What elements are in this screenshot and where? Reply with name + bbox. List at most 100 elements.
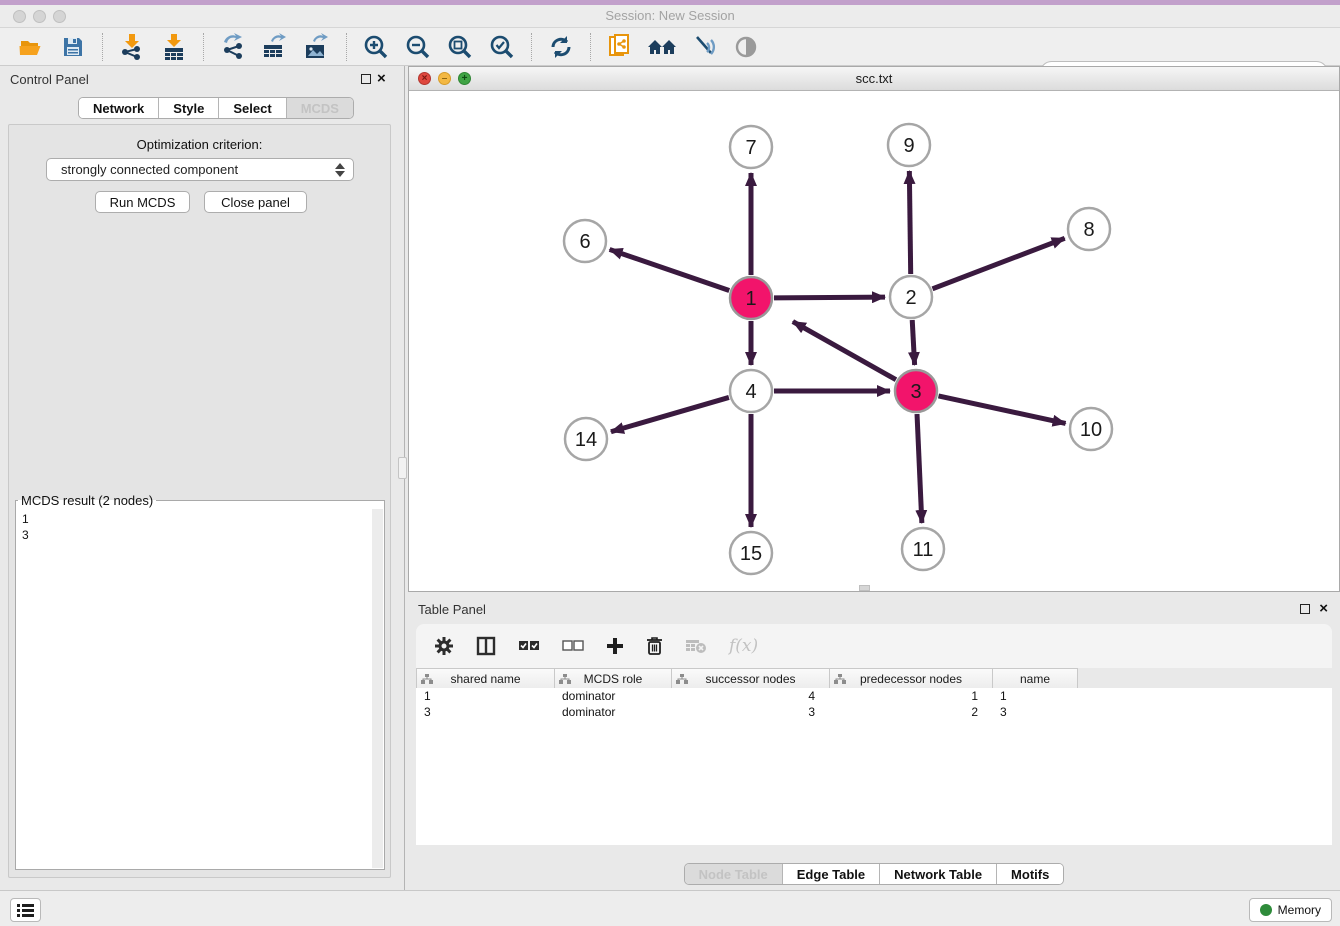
import-network-from-file-icon[interactable] [117,32,147,62]
edge-3-11[interactable] [917,414,922,523]
first-neighbors-icon[interactable] [647,32,677,62]
edge-1-2[interactable] [774,297,885,298]
clone-network-icon[interactable] [605,32,635,62]
table-cell: 3 [416,704,554,720]
close-panel-icon[interactable]: × [377,73,386,85]
graph-node-label-7: 7 [745,137,756,159]
zoom-fit-content-icon[interactable] [445,32,475,62]
tab-edge-table[interactable]: Edge Table [782,864,879,884]
list-icon [17,903,34,917]
toggle-columns-icon[interactable] [476,636,496,656]
delete-column-icon[interactable] [646,636,663,656]
edge-2-8[interactable] [932,238,1064,289]
zoom-out-icon[interactable] [403,32,433,62]
toolbar-separator [590,33,591,61]
tab-network-table[interactable]: Network Table [879,864,996,884]
toolbar-separator [203,33,204,61]
table-cell: dominator [554,704,671,720]
memory-button[interactable]: Memory [1249,898,1332,922]
float-panel-icon[interactable] [361,74,371,84]
hide-graphics-details-icon[interactable] [689,32,719,62]
panel-divider-handle[interactable] [398,457,407,479]
optimization-criterion-label: Optimization criterion: [9,137,390,152]
table-row[interactable]: 3dominator323 [416,704,1332,720]
network-canvas[interactable]: 7968124314101511 [409,91,1339,591]
add-column-icon[interactable] [606,637,624,655]
graph-node-label-10: 10 [1080,419,1102,441]
export-image-icon[interactable] [302,32,332,62]
chevron-up-down-icon [335,162,345,178]
app-titlebar: Session: New Session [0,5,1340,28]
table-row[interactable]: 1dominator411 [416,688,1332,704]
table-panel-title: Table Panel [418,602,486,617]
export-table-icon[interactable] [260,32,290,62]
show-graphics-details-icon[interactable] [731,32,761,62]
app-title: Session: New Session [0,8,1340,23]
column-header-predecessor-nodes[interactable]: predecessor nodes [830,669,993,689]
column-header-successor-nodes[interactable]: successor nodes [672,669,830,689]
edge-3-1[interactable] [793,322,896,380]
function-builder-icon[interactable]: f(x) [729,636,758,656]
graph-node-label-2: 2 [905,287,916,309]
select-all-rows-icon[interactable] [518,639,540,653]
tab-mcds[interactable]: MCDS [286,98,353,118]
import-table-from-file-icon[interactable] [159,32,189,62]
memory-label: Memory [1278,903,1321,917]
edge-3-10[interactable] [938,396,1065,424]
network-window-titlebar[interactable]: × – + scc.txt [409,67,1339,91]
deselect-all-rows-icon[interactable] [562,639,584,653]
graph-node-label-3: 3 [910,381,921,403]
graph-node-label-4: 4 [745,381,756,403]
memory-status-icon [1260,904,1272,916]
column-header-shared-name[interactable]: shared name [417,669,555,689]
delete-table-icon[interactable] [685,638,707,654]
tab-motifs[interactable]: Motifs [996,864,1063,884]
table-settings-icon[interactable] [434,636,454,656]
tab-style[interactable]: Style [158,98,218,118]
tab-network[interactable]: Network [79,98,158,118]
graph-node-label-11: 11 [913,539,934,561]
table-cell: 4 [671,688,829,704]
close-table-panel-icon[interactable]: × [1319,603,1328,615]
result-item: 3 [22,527,372,543]
graph-node-label-8: 8 [1083,219,1094,241]
close-panel-button[interactable]: Close panel [204,191,307,213]
mcds-result-title: MCDS result (2 nodes) [18,493,156,508]
optimization-criterion-select[interactable]: strongly connected component [46,158,354,181]
network-view-window: × – + scc.txt 7968124314101511 [408,66,1340,592]
task-history-button[interactable] [10,898,41,922]
graph-node-label-15: 15 [740,543,762,565]
result-scrollbar[interactable] [372,509,383,868]
column-header-name[interactable]: name [993,669,1078,689]
run-mcds-button[interactable]: Run MCDS [95,191,190,213]
export-network-icon[interactable] [218,32,248,62]
edge-2-3[interactable] [912,320,914,365]
edge-1-6[interactable] [610,249,730,290]
edge-2-9[interactable] [909,171,910,274]
status-bar: Memory [0,890,1340,926]
zoom-selected-region-icon[interactable] [487,32,517,62]
main-toolbar [0,28,1340,66]
column-label: predecessor nodes [860,672,962,686]
tab-node-table[interactable]: Node Table [685,864,782,884]
table-cell: 1 [416,688,554,704]
table-header-row: shared nameMCDS rolesuccessor nodes prede… [416,668,1078,688]
result-item: 1 [22,511,372,527]
apply-layout-icon[interactable] [546,32,576,62]
toolbar-separator [531,33,532,61]
float-table-panel-icon[interactable] [1300,604,1310,614]
open-session-icon[interactable] [16,32,46,62]
table-body: 1dominator4113dominator323 [416,688,1332,845]
tab-select[interactable]: Select [218,98,285,118]
save-session-icon[interactable] [58,32,88,62]
table-cell: 1 [992,688,1077,704]
edge-4-14[interactable] [611,397,729,431]
graph-node-label-9: 9 [903,135,914,157]
table-cell: dominator [554,688,671,704]
column-header-mcds-role[interactable]: MCDS role [555,669,672,689]
selected-option: strongly connected component [61,162,238,177]
zoom-in-icon[interactable] [361,32,391,62]
graph-node-label-1: 1 [745,288,756,310]
mcds-result-list: 13 [17,509,372,868]
network-resize-handle[interactable] [859,585,870,591]
